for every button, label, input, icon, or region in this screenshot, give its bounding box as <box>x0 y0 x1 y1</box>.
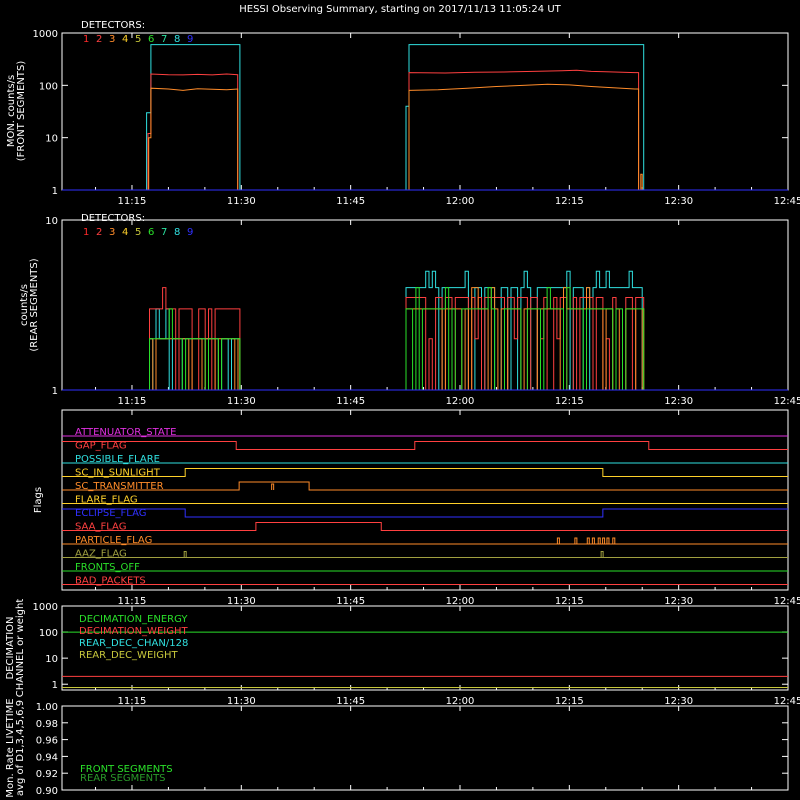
detector-legend-3: 3 <box>109 34 115 45</box>
front-panel-ylabel: (FRONT SEGMENTS) <box>16 61 27 162</box>
rear-panel-xtick-label: 11:15 <box>118 396 147 407</box>
front-panel-xtick-label: 11:45 <box>336 196 365 207</box>
livetime-legend-1: REAR SEGMENTS <box>80 773 166 784</box>
detector-legend-6: 6 <box>148 34 154 45</box>
detector-legend-5: 5 <box>135 34 141 45</box>
rear-panel-xtick-label: 11:45 <box>336 396 365 407</box>
decimation-panel-xtick-label: 12:00 <box>446 696 475 707</box>
front-panel-ytick-label: 100 <box>39 81 58 92</box>
detector-legend-1: 1 <box>83 34 89 45</box>
decimation-panel-xtick-label: 11:45 <box>336 696 365 707</box>
rear-panel-xtick-label: 12:30 <box>664 396 693 407</box>
rear-panel-xtick-label: 12:15 <box>555 396 584 407</box>
flag-label-eclipse-flag: ECLIPSE_FLAG <box>75 508 146 519</box>
decimation-legend-0: DECIMATION_ENERGY <box>79 614 188 625</box>
front-panel-xtick-label: 12:30 <box>664 196 693 207</box>
front-panel-ytick-label: 1 <box>52 186 58 197</box>
flags-panel-xtick-label: 11:30 <box>227 596 256 607</box>
detectors-legend-header: DETECTORS: <box>81 20 145 31</box>
detector-legend-3: 3 <box>109 227 115 238</box>
rear-panel-ytick-label: 1 <box>52 386 58 397</box>
decimation-panel-ytick-label: 1000 <box>33 602 58 613</box>
detector-legend-8: 8 <box>174 34 180 45</box>
flags-panel-xtick-label: 11:15 <box>118 596 147 607</box>
decimation-panel-ytick-label: 1 <box>52 680 58 691</box>
rear-panel-xtick-label: 12:45 <box>774 396 800 407</box>
decimation-panel-xtick-label: 11:15 <box>118 696 147 707</box>
rear-panel-xtick-label: 11:30 <box>227 396 256 407</box>
livetime-panel-ytick-label: 0.98 <box>36 719 58 730</box>
front-panel-ytick-label: 1000 <box>33 29 58 40</box>
front-panel-xtick-label: 11:30 <box>227 196 256 207</box>
livetime-panel-ytick-label: 0.96 <box>36 736 58 747</box>
front-panel-xtick-label: 12:45 <box>774 196 800 207</box>
livetime-panel-ytick-label: 0.90 <box>36 786 58 797</box>
detector-legend-7: 7 <box>161 227 167 238</box>
front-panel-xtick-label: 12:00 <box>446 196 475 207</box>
front-panel-ytick-label: 10 <box>45 134 58 145</box>
livetime-panel-ytick-label: 0.94 <box>36 752 58 763</box>
detector-legend-4: 4 <box>122 227 128 238</box>
detector-legend-1: 1 <box>83 227 89 238</box>
decimation-panel-xtick-label: 12:30 <box>664 696 693 707</box>
decimation-panel-xtick-label: 12:15 <box>555 696 584 707</box>
observing-summary-chart: HESSI Observing Summary, starting on 201… <box>0 0 800 800</box>
flags-panel-xtick-label: 12:45 <box>774 596 800 607</box>
decimation-panel-xtick-label: 11:30 <box>227 696 256 707</box>
detector-legend-2: 2 <box>96 227 102 238</box>
detectors-legend-header: DETECTORS: <box>81 213 145 224</box>
chart-title: HESSI Observing Summary, starting on 201… <box>239 4 561 15</box>
livetime-panel-ylabel: avg of D1,3,4,5,6,9 <box>15 700 26 796</box>
decimation-legend-3: REAR_DEC_WEIGHT <box>79 650 178 661</box>
flags-panel-xtick-label: 12:30 <box>664 596 693 607</box>
detector-legend-8: 8 <box>174 227 180 238</box>
decimation-legend-1: DECIMATION_WEIGHT <box>79 626 188 637</box>
detector-legend-5: 5 <box>135 227 141 238</box>
rear-panel-ytick-label: 10 <box>45 216 58 227</box>
livetime-panel-ytick-label: 0.92 <box>36 769 58 780</box>
rear-panel-ylabel: (REAR SEGMENTS) <box>29 258 40 351</box>
flags-panel-xtick-label: 11:45 <box>336 596 365 607</box>
decimation-panel-ylabel: CHANNEL or weight <box>15 599 26 698</box>
flags-panel-xtick-label: 12:00 <box>446 596 475 607</box>
rear-panel-xtick-label: 12:00 <box>446 396 475 407</box>
flag-label-gap-flag: GAP_FLAG <box>75 441 127 452</box>
detector-legend-7: 7 <box>161 34 167 45</box>
decimation-panel-xtick-label: 12:45 <box>774 696 800 707</box>
detector-legend-9: 9 <box>187 34 193 45</box>
detector-legend-6: 6 <box>148 227 154 238</box>
front-panel-xtick-label: 11:15 <box>118 196 147 207</box>
front-panel-xtick-label: 12:15 <box>555 196 584 207</box>
decimation-panel-ytick-label: 100 <box>39 628 58 639</box>
decimation-panel-ytick-label: 10 <box>45 654 58 665</box>
detector-legend-4: 4 <box>122 34 128 45</box>
detector-legend-9: 9 <box>187 227 193 238</box>
flags-panel-xtick-label: 12:15 <box>555 596 584 607</box>
flags-panel-ylabel: Flags <box>33 487 44 513</box>
detector-legend-2: 2 <box>96 34 102 45</box>
livetime-panel-ytick-label: 1.00 <box>36 702 58 713</box>
decimation-legend-2: REAR_DEC_CHAN/128 <box>79 638 188 649</box>
